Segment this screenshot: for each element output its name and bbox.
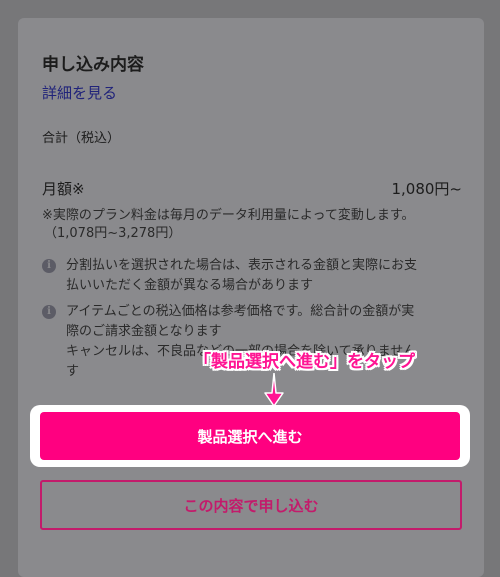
apply-with-these-contents-button[interactable]: この内容で申し込む [40, 480, 462, 530]
total-label: 合計（税込） [42, 131, 121, 146]
info-text-line: 分割払いを選択された場合は、表示される金額と実際にお支 [66, 258, 418, 273]
proceed-to-product-selection-button[interactable]: 製品選択へ進む [40, 412, 460, 460]
monthly-label: 月額※ [42, 180, 85, 198]
info-icon: i [42, 259, 56, 273]
tap-instruction-callout: 「製品選択へ進む」をタップ [194, 352, 415, 372]
info-text-line: アイテムごとの税込価格は参考価格です。総合計の金額が実 [66, 304, 415, 319]
details-link[interactable]: 詳細を見る [42, 82, 117, 103]
pointer-arrow-icon [264, 373, 284, 407]
summary-title: 申し込み内容 [42, 55, 144, 75]
price-note: ※実際のプラン料金は毎月のデータ利用量によって変動します。 （1,078円~3,… [42, 207, 467, 243]
info-installment: i 分割払いを選択された場合は、表示される金額と実際にお支 払いいただく金額が異… [42, 256, 467, 296]
monthly-price: 1,080円~ [391, 180, 462, 198]
info-text-line: 際のご請求金額となります [66, 324, 222, 339]
price-range-note: （1,078円~3,278円） [44, 226, 182, 241]
price-note-line: ※実際のプラン料金は毎月のデータ利用量によって変動します。 [42, 208, 415, 223]
info-icon: i [42, 305, 56, 319]
info-text-line: 払いいただく金額が異なる場合があります [66, 278, 314, 293]
